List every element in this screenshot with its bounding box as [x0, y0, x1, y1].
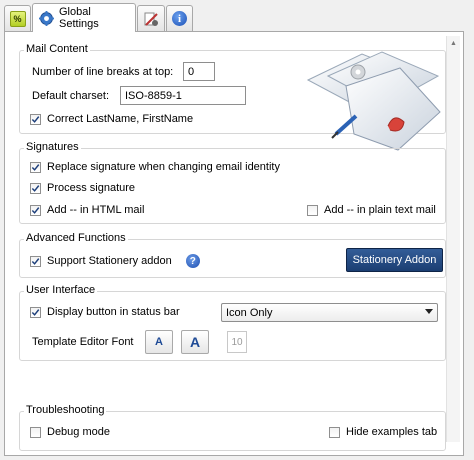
troubleshooting-title: Troubleshooting	[24, 404, 107, 416]
process-signature-checkbox[interactable]	[30, 182, 41, 194]
hide-examples-row[interactable]: Hide examples tab	[329, 426, 437, 438]
add-html-checkbox[interactable]	[30, 204, 41, 216]
stationery-support-row[interactable]: Support Stationery addon ?	[30, 254, 200, 268]
tab-global-settings[interactable]: Global Settings	[32, 3, 136, 32]
replace-signature-label: Replace signature when changing email id…	[47, 161, 280, 173]
vertical-scrollbar[interactable]: ▲	[446, 36, 460, 442]
tab-percent[interactable]: %	[4, 5, 31, 31]
charset-input[interactable]	[120, 86, 246, 105]
line-breaks-input[interactable]	[183, 62, 215, 81]
replace-signature-checkbox[interactable]	[30, 161, 41, 173]
status-bar-row[interactable]: Display button in status bar	[30, 306, 180, 318]
debug-mode-label: Debug mode	[47, 426, 110, 438]
mail-content-title: Mail Content	[24, 43, 90, 55]
stationery-support-label: Support Stationery addon	[47, 255, 172, 267]
tab-info[interactable]: i	[166, 5, 193, 31]
status-bar-checkbox[interactable]	[30, 306, 41, 318]
gear-icon	[39, 10, 54, 26]
status-bar-select-value: Icon Only	[226, 306, 273, 319]
hide-examples-label: Hide examples tab	[346, 426, 438, 438]
correct-name-checkbox[interactable]	[30, 113, 41, 125]
tab-global-settings-label: Global Settings	[59, 6, 99, 30]
add-plain-checkbox[interactable]	[307, 204, 318, 216]
process-signature-row[interactable]: Process signature	[30, 182, 135, 194]
correct-name-checkbox-row[interactable]: Correct LastName, FirstName	[30, 113, 193, 125]
correct-name-label: Correct LastName, FirstName	[47, 113, 194, 125]
user-interface-title: User Interface	[24, 284, 98, 296]
mail-illustration	[302, 46, 444, 152]
signatures-title: Signatures	[24, 141, 81, 153]
process-signature-label: Process signature	[47, 182, 136, 194]
increase-font-button[interactable]: A	[181, 330, 209, 354]
charset-label: Default charset:	[32, 90, 110, 102]
font-size-value: 10	[227, 331, 247, 353]
stationery-support-checkbox[interactable]	[30, 255, 41, 267]
chevron-down-icon	[425, 309, 433, 314]
template-font-label: Template Editor Font	[32, 336, 134, 348]
add-plain-row[interactable]: Add -- in plain text mail	[307, 204, 436, 216]
info-icon: i	[172, 11, 187, 26]
advanced-functions-title: Advanced Functions	[24, 232, 128, 244]
add-plain-label: Add -- in plain text mail	[324, 204, 436, 216]
replace-signature-row[interactable]: Replace signature when changing email id…	[30, 161, 280, 173]
tab-tools[interactable]	[137, 5, 165, 31]
scroll-up-arrow-icon[interactable]: ▲	[447, 36, 460, 50]
percent-tab-icon: %	[9, 10, 26, 27]
add-html-label: Add -- in HTML mail	[47, 204, 145, 216]
hide-examples-checkbox[interactable]	[329, 426, 340, 438]
tools-icon	[143, 11, 159, 27]
help-icon[interactable]: ?	[185, 254, 200, 268]
stationery-addon-button[interactable]: Stationery Addon	[346, 248, 443, 272]
add-html-row[interactable]: Add -- in HTML mail	[30, 204, 144, 216]
line-breaks-label: Number of line breaks at top:	[32, 66, 174, 78]
status-bar-label: Display button in status bar	[47, 306, 180, 318]
status-bar-select[interactable]: Icon Only	[221, 303, 438, 322]
decrease-font-button[interactable]: A	[145, 330, 173, 354]
debug-mode-row[interactable]: Debug mode	[30, 426, 110, 438]
debug-mode-checkbox[interactable]	[30, 426, 41, 438]
